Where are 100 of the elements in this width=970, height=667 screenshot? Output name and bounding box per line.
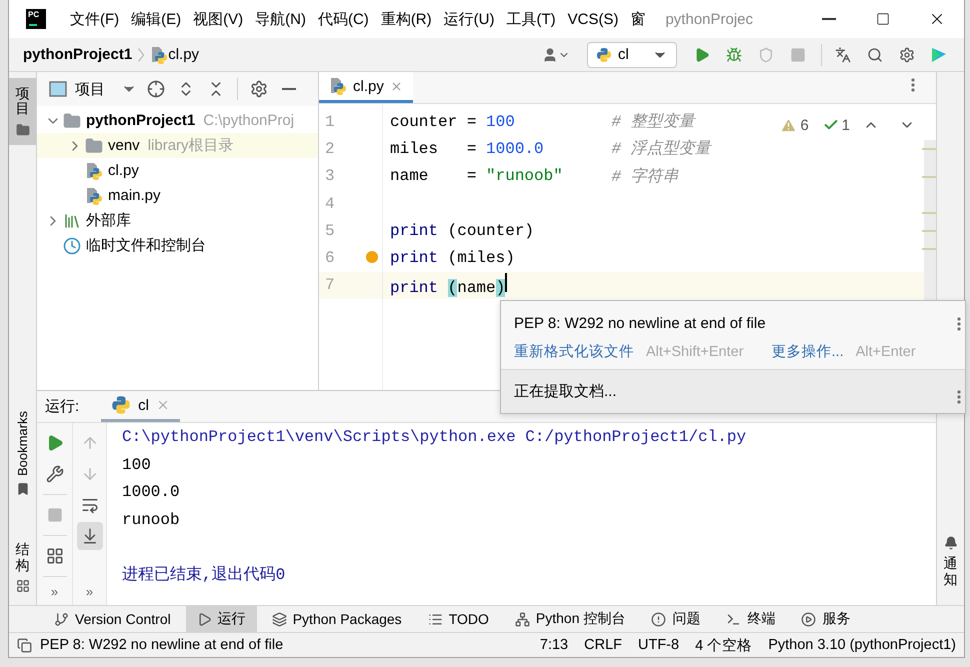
menu-item[interactable]: 编辑(E) bbox=[125, 5, 188, 33]
code-line: print (name) bbox=[383, 273, 612, 298]
python-file-icon bbox=[85, 186, 103, 204]
problems-icon bbox=[651, 612, 666, 626]
search-icon bbox=[867, 46, 883, 62]
folder-icon bbox=[85, 136, 103, 154]
tree-label: cl.py bbox=[108, 162, 139, 179]
tree-item[interactable]: cl.py bbox=[37, 158, 318, 183]
menu-item[interactable]: 代码(C) bbox=[312, 5, 375, 33]
layout-icon bbox=[46, 547, 64, 565]
library-icon bbox=[63, 212, 81, 230]
tool-window-button[interactable]: Version Control bbox=[43, 606, 182, 632]
warning-count[interactable]: 6 bbox=[780, 116, 809, 134]
bug-icon bbox=[726, 46, 742, 62]
project-tool-tab[interactable]: 项目 bbox=[9, 78, 36, 145]
code-comment: # 字符串 bbox=[612, 166, 679, 187]
menu-item[interactable]: 重构(R) bbox=[374, 5, 438, 33]
documentation-status: 正在提取文档... bbox=[514, 382, 617, 401]
packages-icon bbox=[272, 612, 287, 626]
status-item[interactable]: CRLF bbox=[576, 637, 630, 653]
more-button[interactable]: » bbox=[86, 584, 94, 599]
warning-icon bbox=[780, 116, 798, 134]
breadcrumb-item[interactable]: cl.py bbox=[168, 46, 200, 63]
bell-icon bbox=[944, 536, 958, 550]
folder-icon bbox=[16, 122, 30, 137]
app-logo: PC bbox=[26, 9, 46, 29]
tool-window-button[interactable]: 服务 bbox=[790, 606, 862, 632]
more-button[interactable]: » bbox=[50, 584, 58, 599]
tree-item[interactable]: 临时文件和控制台 bbox=[37, 233, 318, 258]
menu-item[interactable]: VCS(S) bbox=[562, 5, 624, 33]
console-line: 100 bbox=[122, 454, 152, 476]
status-item[interactable]: UTF-8 bbox=[630, 637, 688, 653]
tree-hint: library根目录 bbox=[148, 136, 234, 155]
toolbox-logo-icon bbox=[930, 46, 948, 64]
play-icon bbox=[694, 46, 710, 62]
python-icon bbox=[596, 46, 612, 62]
console-line: C:\pythonProject1\venv\Scripts\python.exe C:/pythonProject1/cl.py bbox=[122, 427, 748, 448]
action-link[interactable]: 更多操作... bbox=[772, 342, 844, 361]
status-item[interactable]: 4 个空格 bbox=[687, 636, 760, 654]
line-number: 5 bbox=[324, 222, 335, 240]
line-number: 6 bbox=[324, 249, 335, 268]
editor-tab[interactable]: cl.py bbox=[319, 72, 413, 103]
tree-label: main.py bbox=[108, 187, 161, 204]
settings-icon bbox=[899, 46, 915, 62]
menu-item[interactable]: 工具(T) bbox=[500, 5, 562, 33]
tree-item[interactable]: venv library根目录 bbox=[37, 133, 318, 158]
tool-window-button[interactable]: TODO bbox=[416, 606, 500, 632]
breadcrumb-separator-icon bbox=[138, 48, 144, 62]
minimize-icon bbox=[822, 18, 836, 20]
action-link[interactable]: 重新格式化该文件 bbox=[514, 342, 634, 361]
menu-item[interactable]: 文件(F) bbox=[64, 5, 126, 33]
notifications-tool-tab[interactable]: 通知 bbox=[937, 528, 964, 595]
console-icon bbox=[514, 612, 530, 626]
crosshair-icon bbox=[147, 80, 165, 98]
services-icon bbox=[801, 612, 816, 626]
inspection-message: PEP 8: W292 no newline at end of file bbox=[514, 315, 766, 332]
status-item[interactable]: 7:13 bbox=[532, 637, 576, 653]
shield-icon bbox=[758, 46, 774, 62]
menu-item[interactable]: 导航(N) bbox=[249, 5, 312, 33]
weak-warning-count[interactable]: 1 bbox=[822, 116, 850, 134]
status-icon bbox=[17, 638, 32, 652]
todo-icon bbox=[428, 612, 443, 626]
tool-window-button[interactable]: Python Packages bbox=[260, 606, 413, 632]
tool-window-button[interactable]: 终端 bbox=[715, 606, 786, 632]
run-config-dropdown[interactable]: cl bbox=[587, 42, 677, 68]
line-number: 4 bbox=[324, 194, 335, 213]
tree-label: pythonProject1 bbox=[86, 112, 196, 129]
structure-tool-tab[interactable]: 结构 bbox=[9, 534, 36, 601]
tool-window-button[interactable]: 问题 bbox=[640, 606, 712, 632]
terminal-icon bbox=[726, 612, 742, 626]
tool-window-button[interactable]: 运行 bbox=[186, 606, 257, 632]
breadcrumb-item[interactable]: pythonProject1 bbox=[23, 46, 132, 63]
run-icon bbox=[196, 612, 212, 626]
status-message: PEP 8: W292 no newline at end of file bbox=[40, 637, 284, 653]
menu-item[interactable]: 窗 bbox=[624, 5, 652, 33]
tree-item[interactable]: pythonProject1 C:\pythonProj bbox=[37, 108, 318, 133]
line-number: 7 bbox=[324, 276, 335, 294]
stop-icon bbox=[790, 46, 806, 62]
code-comment: # 整型变量 bbox=[612, 112, 695, 132]
scroll-to-end-button[interactable] bbox=[76, 522, 102, 550]
folder-icon bbox=[63, 112, 81, 130]
minimize-icon bbox=[282, 88, 296, 90]
python-file-icon bbox=[329, 77, 347, 95]
status-item[interactable]: Python 3.10 (pythonProject1) bbox=[760, 637, 964, 653]
menu-item[interactable]: 运行(U) bbox=[438, 5, 500, 33]
menu-item[interactable]: 视图(V) bbox=[187, 5, 250, 33]
tree-item[interactable]: 外部库 bbox=[37, 208, 318, 233]
soft-wrap-icon bbox=[80, 496, 98, 514]
tree-label: venv bbox=[108, 137, 140, 154]
bookmarks-tool-tab[interactable]: Bookmarks bbox=[9, 403, 36, 504]
code-line: print (miles) bbox=[389, 249, 516, 268]
tree-item[interactable]: main.py bbox=[37, 183, 318, 208]
python-file-icon bbox=[150, 46, 168, 64]
console-line: 进程已结束,退出代码0 bbox=[122, 564, 286, 586]
project-view-dropdown[interactable]: 项目 bbox=[49, 80, 137, 98]
more-icon bbox=[957, 317, 961, 331]
tool-window-button[interactable]: Python 控制台 bbox=[504, 606, 636, 632]
maximize-icon bbox=[876, 12, 890, 26]
tree-hint: C:\pythonProj bbox=[203, 112, 294, 129]
code-line: miles = 1000.0 bbox=[389, 140, 545, 158]
